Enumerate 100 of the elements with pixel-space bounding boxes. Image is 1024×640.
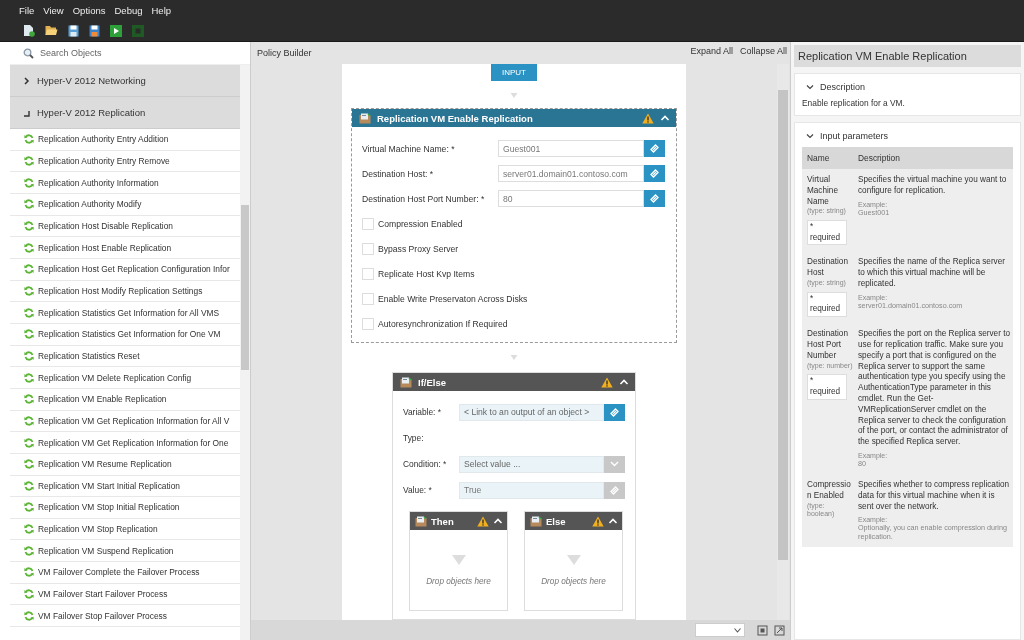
- menu-item[interactable]: Debug: [114, 4, 143, 16]
- menu-item[interactable]: View: [43, 4, 64, 16]
- tree-group[interactable]: Hyper-V 2012 Networking: [10, 65, 240, 97]
- tree-item[interactable]: Replication VM Suspend Replication: [10, 540, 240, 563]
- checkbox[interactable]: [362, 267, 374, 280]
- field-label: Destination Host Port Number: *: [362, 193, 486, 204]
- collapse-icon[interactable]: [23, 108, 30, 117]
- parameter-name: Destination Host Port Number: [807, 329, 849, 362]
- refresh-icon: [24, 524, 34, 535]
- tree-item[interactable]: Replication Authority Modify: [10, 193, 240, 216]
- input-field[interactable]: < Link to an output of an object >: [459, 403, 604, 421]
- refresh-icon: [24, 567, 34, 578]
- dropdown-icon: [734, 627, 741, 633]
- save-icon[interactable]: [68, 24, 79, 37]
- parameter-name: Compression Enabled: [807, 479, 851, 502]
- activity-header[interactable]: Replication VM Enable Replication: [352, 109, 676, 127]
- tree-item[interactable]: VM Failover Start Failover Process: [10, 583, 240, 606]
- toolbar-link[interactable]: Collapse All: [739, 46, 787, 56]
- field-label: Destination Host: *: [362, 168, 435, 179]
- input-field[interactable]: server01.domain01.contoso.com: [498, 165, 644, 182]
- link-button[interactable]: [604, 403, 625, 421]
- refresh-icon: [24, 329, 34, 340]
- scrollbar[interactable]: [777, 64, 789, 620]
- tree-item[interactable]: Replication Authority Entry Remove: [10, 150, 240, 173]
- menu-item[interactable]: Options: [72, 4, 106, 16]
- tree-item[interactable]: Replication Host Disable Replication: [10, 215, 240, 238]
- parameter-name: Virtual Machine Name: [807, 175, 839, 208]
- field-label: Virtual Machine Name: *: [362, 143, 456, 154]
- field-label: Type:: [403, 433, 425, 443]
- tree-item[interactable]: VM Failover Stop Failover Process: [10, 605, 240, 628]
- activity-icon: [530, 515, 542, 527]
- link-icon: [609, 484, 620, 496]
- tree-item[interactable]: Replication Authority Information: [10, 172, 240, 194]
- refresh-icon: [24, 307, 34, 318]
- refresh-icon: [24, 177, 34, 188]
- fit-icon[interactable]: [757, 624, 768, 636]
- drop-hint: Drop objects here: [426, 576, 491, 586]
- search-field[interactable]: Search Objects: [40, 48, 220, 58]
- checkbox[interactable]: [362, 217, 374, 230]
- tree-item[interactable]: Replication Statistics Reset: [10, 345, 240, 368]
- group-label: Hyper-V 2012 Replication: [37, 107, 146, 118]
- tree-item[interactable]: Replication Authority Entry Addition: [10, 129, 240, 151]
- tree-item[interactable]: Replication Host Get Replication Configuration Infor: [10, 258, 240, 281]
- if-else-header[interactable]: If/Else: [393, 373, 635, 391]
- refresh-icon: [24, 350, 34, 361]
- required-badge: * required: [807, 291, 847, 318]
- refresh-icon: [24, 610, 34, 621]
- menu-item[interactable]: File: [19, 4, 35, 16]
- tree-item[interactable]: Replication VM Get Replication Information for All V: [10, 410, 240, 433]
- tree-item[interactable]: Replication Host Modify Replication Settings: [10, 280, 240, 303]
- refresh-icon: [24, 480, 34, 491]
- tree-item[interactable]: Replication Statistics Get Information for All VMS: [10, 302, 240, 324]
- branch-header[interactable]: Then: [410, 512, 507, 530]
- field-label: Value: *: [403, 485, 433, 495]
- open-folder-icon[interactable]: [45, 25, 58, 36]
- checkbox-label: Bypass Proxy Server: [378, 243, 459, 254]
- checkbox[interactable]: [362, 317, 374, 330]
- refresh-icon: [24, 134, 34, 145]
- link-button[interactable]: [644, 190, 665, 207]
- section-header[interactable]: Description: [802, 74, 1013, 98]
- group-label: Hyper-V 2012 Networking: [37, 75, 146, 86]
- branch-header[interactable]: Else: [525, 512, 622, 530]
- save-all-icon[interactable]: [89, 24, 100, 37]
- link-button[interactable]: [644, 140, 665, 157]
- collapse-icon[interactable]: [806, 84, 814, 90]
- link-icon: [609, 406, 620, 418]
- run-icon[interactable]: [110, 24, 122, 37]
- tree-item[interactable]: Replication VM Delete Replication Config: [10, 367, 240, 389]
- parameter-description: Specifies the port on the Replica server to use for replication traffic. Make sure you specify a port that is configured on the Replica server to support the same authentication type you specify using the AuthenticationType parameter in this cmdlet. Run the Get-VMReplicationServer cmdlet on the Replica server to check the configuration of the port, or contact the administrator of the specified Replica server.: [858, 329, 1010, 448]
- tree-item[interactable]: Replication VM Stop Initial Replication: [10, 497, 240, 519]
- expand-icon[interactable]: [23, 76, 30, 85]
- checkbox[interactable]: [362, 242, 374, 255]
- checkbox[interactable]: [362, 292, 374, 305]
- toolbar-link[interactable]: Expand All: [690, 46, 733, 56]
- scrollbar[interactable]: [240, 65, 250, 640]
- input-field[interactable]: Guest001: [498, 140, 644, 157]
- menu-item[interactable]: Help: [151, 4, 172, 16]
- dropdown[interactable]: Select value ...: [459, 455, 604, 473]
- tree-item[interactable]: Replication VM Resume Replication: [10, 453, 240, 476]
- tree-group[interactable]: Hyper-V 2012 Replication: [10, 97, 240, 129]
- refresh-icon: [24, 415, 34, 426]
- tree-item[interactable]: Replication VM Get Replication Information for One: [10, 432, 240, 454]
- refresh-icon: [24, 199, 34, 210]
- new-document-icon[interactable]: [23, 24, 35, 37]
- tree-item[interactable]: Replication Statistics Get Information for One VM: [10, 323, 240, 346]
- field-label: Condition: *: [403, 459, 448, 469]
- refresh-icon: [24, 437, 34, 448]
- field-label: Variable: *: [403, 407, 443, 417]
- tree-item[interactable]: Replication VM Stop Replication: [10, 518, 240, 541]
- resize-icon[interactable]: [774, 624, 785, 636]
- link-button[interactable]: [644, 165, 665, 182]
- tree-item[interactable]: Replication Host Enable Replication: [10, 237, 240, 259]
- tree-item[interactable]: VM Failover Complete the Failover Process: [10, 562, 240, 584]
- tree-item[interactable]: Replication VM Start Initial Replication: [10, 475, 240, 498]
- tree-item[interactable]: Replication VM Enable Replication: [10, 388, 240, 411]
- activity-icon: [415, 515, 427, 527]
- input-field[interactable]: 80: [498, 190, 644, 207]
- collapse-icon[interactable]: [806, 133, 814, 139]
- drop-arrow: [451, 554, 466, 565]
- section-header[interactable]: Input parameters: [802, 123, 1013, 147]
